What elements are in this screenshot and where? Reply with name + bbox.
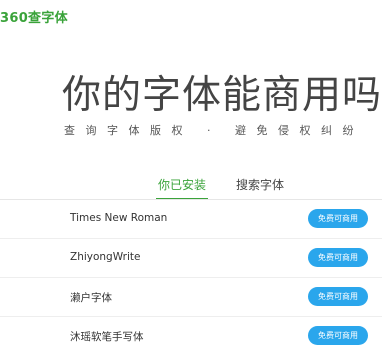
page: 360查字体 你的字体能商用吗？ 查询字体版权 · 避免侵权纠纷 你已安装 搜索… — [0, 0, 382, 363]
tab-bar: 你已安装 搜索字体 — [0, 176, 382, 200]
free-commercial-use-button[interactable]: 免费可商用 — [308, 248, 368, 267]
font-name: ZhiyongWrite — [70, 251, 141, 263]
font-name: 沐瑶软笔手写体 — [70, 331, 144, 343]
tab-search-fonts[interactable]: 搜索字体 — [236, 176, 284, 200]
list-item: 沐瑶软笔手写体 免费可商用 — [0, 317, 382, 356]
logo-360-chaziti[interactable]: 360查字体 — [0, 7, 68, 26]
free-commercial-use-button[interactable]: 免费可商用 — [308, 209, 368, 228]
tab-installed[interactable]: 你已安装 — [156, 176, 209, 200]
list-item: 濑户字体 免费可商用 — [0, 278, 382, 317]
tab-search-fonts-label: 搜索字体 — [236, 178, 285, 192]
list-item: Times New Roman 免费可商用 — [0, 200, 382, 239]
list-item: ZhiyongWrite 免费可商用 — [0, 239, 382, 278]
free-commercial-use-button[interactable]: 免费可商用 — [308, 287, 368, 306]
tab-installed-label: 你已安装 — [158, 178, 207, 192]
font-name: 濑户字体 — [70, 292, 112, 304]
installed-font-list: Times New Roman 免费可商用 ZhiyongWrite 免费可商用… — [0, 200, 382, 356]
page-title: 你的字体能商用吗？ — [62, 73, 382, 118]
page-subtitle: 查询字体版权 · 避免侵权纠纷 — [64, 124, 364, 137]
free-commercial-use-button[interactable]: 免费可商用 — [308, 326, 368, 345]
font-name: Times New Roman — [70, 212, 168, 224]
